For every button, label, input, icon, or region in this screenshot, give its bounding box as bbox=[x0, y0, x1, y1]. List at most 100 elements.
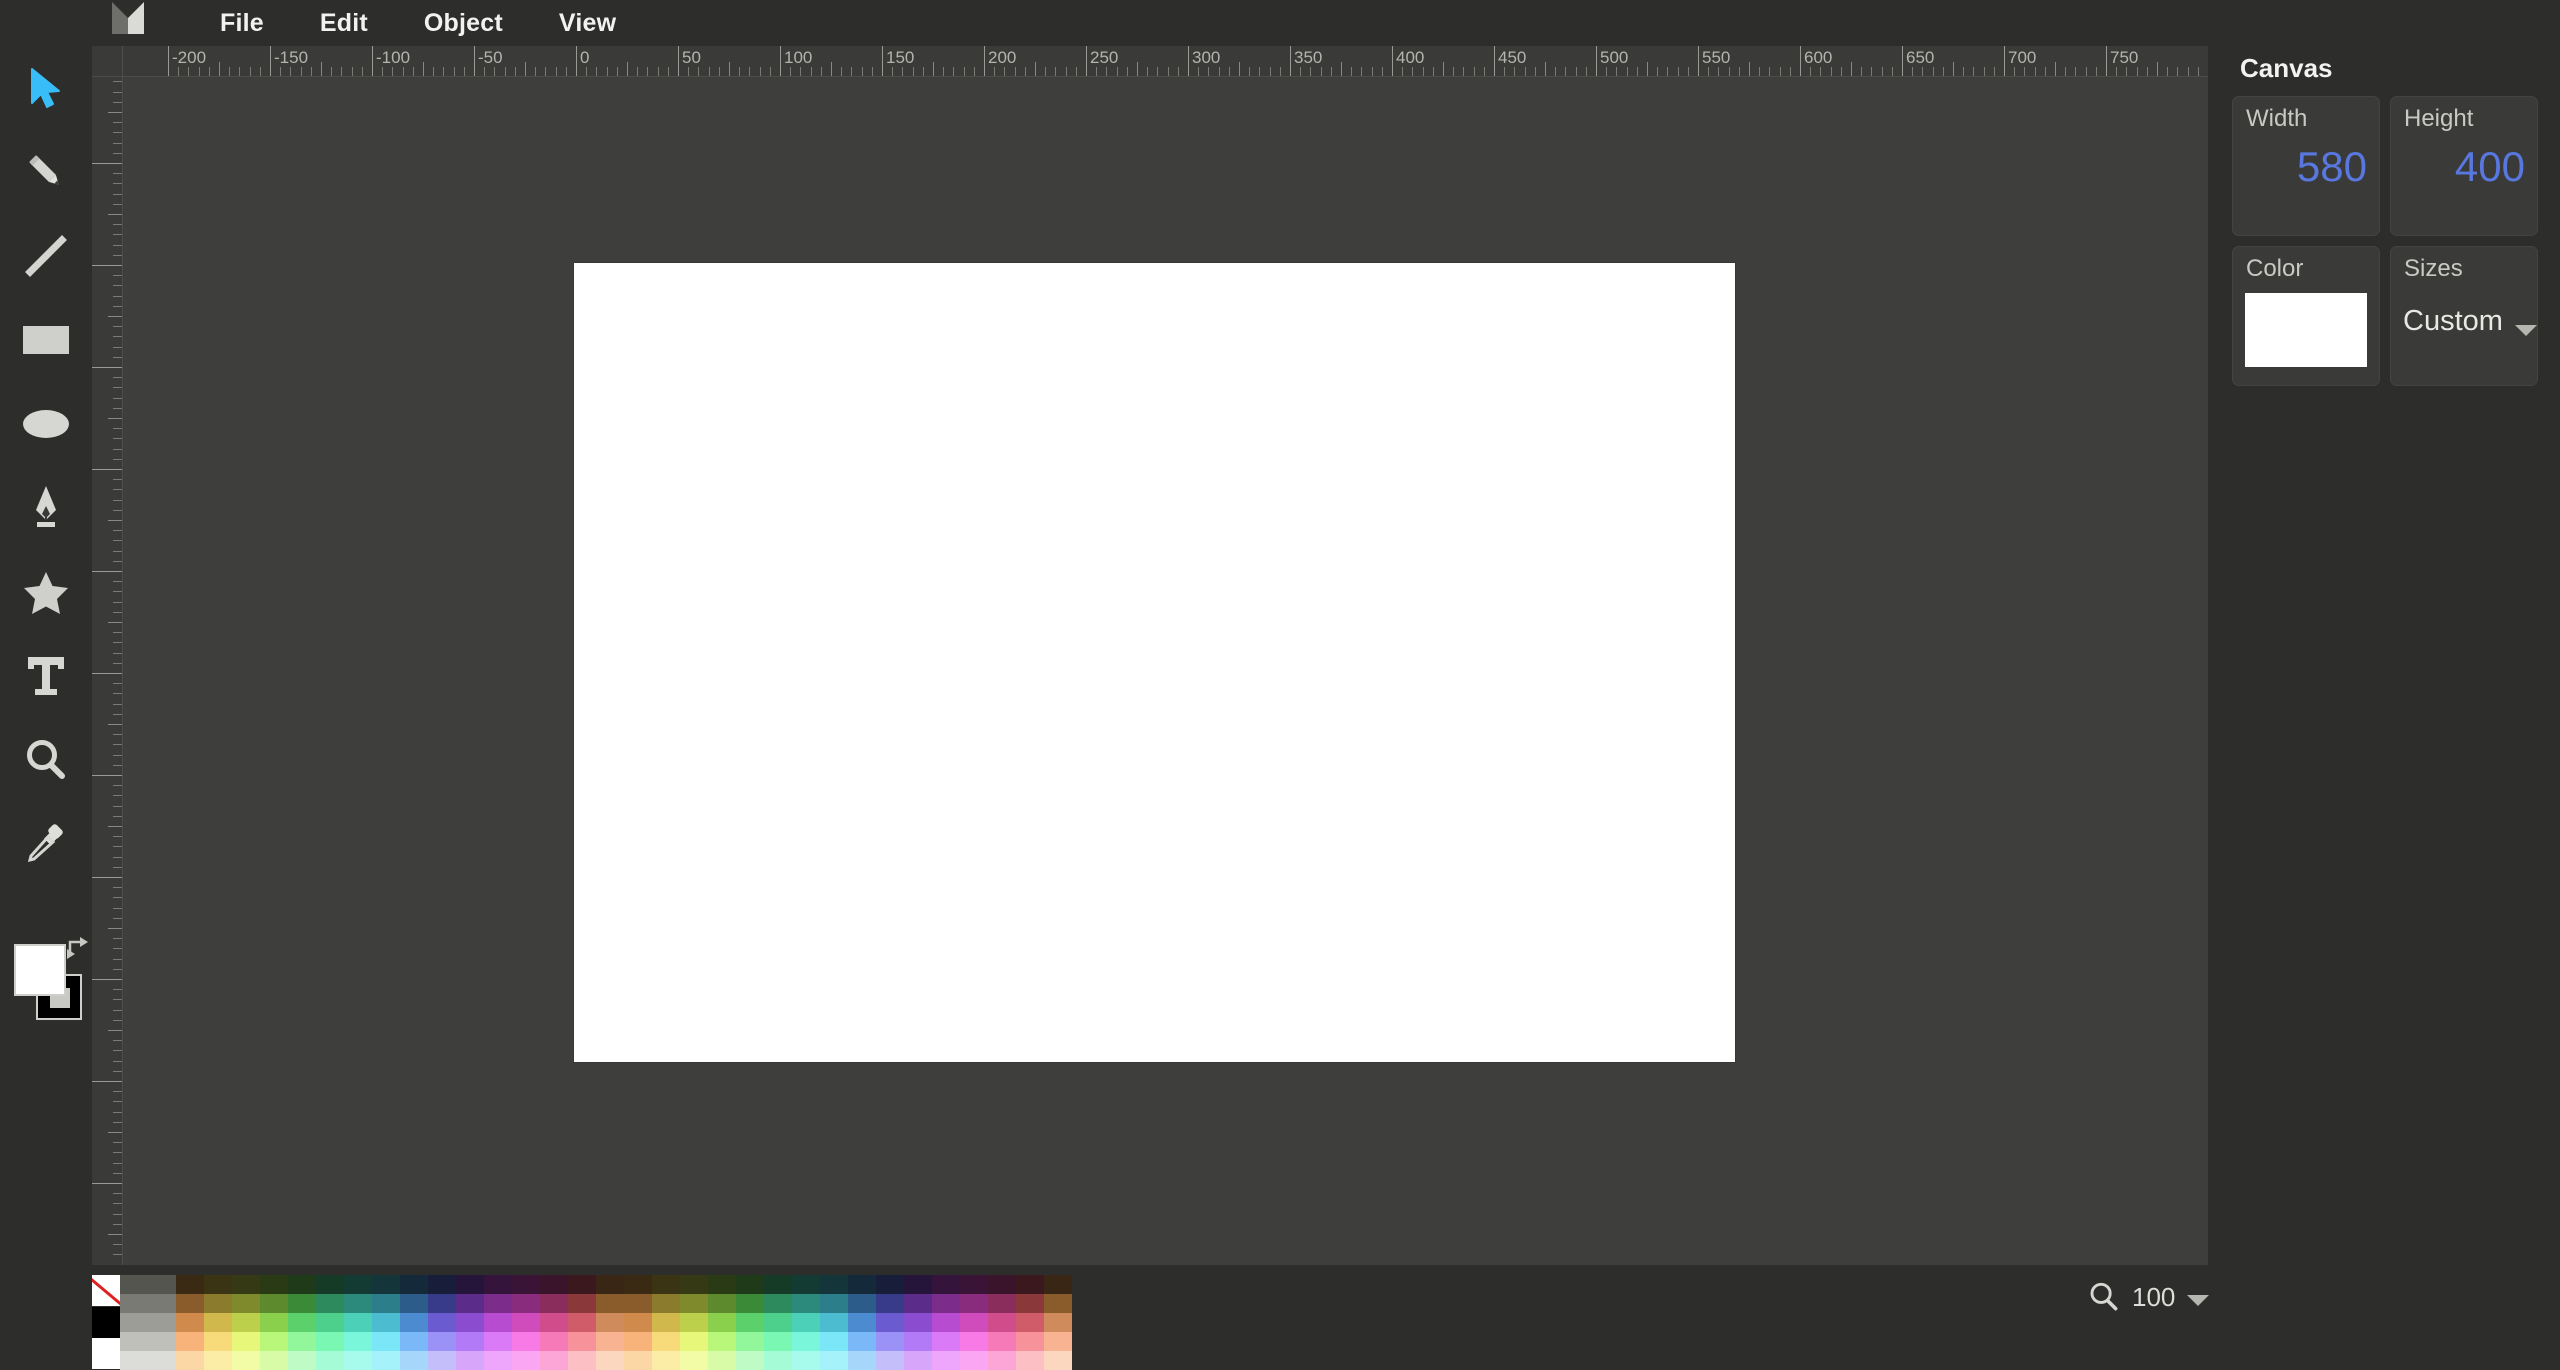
palette-swatch[interactable] bbox=[960, 1294, 988, 1313]
palette-swatch[interactable] bbox=[92, 1275, 120, 1306]
vertical-ruler[interactable]: -100-50050100150200250300350400450500550 bbox=[92, 76, 123, 1265]
palette-swatch[interactable] bbox=[820, 1351, 848, 1370]
palette-swatch[interactable] bbox=[960, 1351, 988, 1370]
palette-swatch[interactable] bbox=[736, 1332, 764, 1351]
palette-swatch[interactable] bbox=[764, 1351, 792, 1370]
height-value[interactable]: 400 bbox=[2391, 143, 2525, 191]
palette-swatch[interactable] bbox=[848, 1313, 876, 1332]
palette-swatch[interactable] bbox=[876, 1294, 904, 1313]
chevron-down-icon[interactable] bbox=[2187, 1295, 2209, 1306]
palette-swatch[interactable] bbox=[736, 1294, 764, 1313]
palette-swatch[interactable] bbox=[148, 1351, 176, 1370]
palette-swatch[interactable] bbox=[764, 1294, 792, 1313]
width-value[interactable]: 580 bbox=[2233, 143, 2367, 191]
palette-swatch[interactable] bbox=[232, 1332, 260, 1351]
palette-swatch[interactable] bbox=[932, 1294, 960, 1313]
width-field[interactable]: Width 580 bbox=[2232, 96, 2380, 236]
pen-tool[interactable] bbox=[0, 466, 92, 550]
palette-swatch[interactable] bbox=[792, 1275, 820, 1294]
palette-swatch[interactable] bbox=[680, 1351, 708, 1370]
palette-swatch[interactable] bbox=[764, 1332, 792, 1351]
palette-swatch[interactable] bbox=[120, 1275, 148, 1294]
palette-swatch[interactable] bbox=[232, 1313, 260, 1332]
color-field[interactable]: Color bbox=[2232, 246, 2380, 386]
palette-swatch[interactable] bbox=[792, 1294, 820, 1313]
palette-swatch[interactable] bbox=[260, 1294, 288, 1313]
palette-swatch[interactable] bbox=[652, 1313, 680, 1332]
fill-color-swatch[interactable] bbox=[14, 944, 66, 996]
palette-swatch[interactable] bbox=[1016, 1332, 1044, 1351]
chevron-down-icon[interactable] bbox=[2515, 325, 2537, 336]
palette-swatch[interactable] bbox=[176, 1275, 204, 1294]
palette-swatch[interactable] bbox=[316, 1351, 344, 1370]
palette-swatch[interactable] bbox=[932, 1351, 960, 1370]
palette-swatch[interactable] bbox=[484, 1332, 512, 1351]
palette-swatch[interactable] bbox=[288, 1294, 316, 1313]
palette-swatch[interactable] bbox=[316, 1313, 344, 1332]
palette-swatch[interactable] bbox=[512, 1313, 540, 1332]
palette-swatch[interactable] bbox=[736, 1275, 764, 1294]
palette-swatch[interactable] bbox=[652, 1332, 680, 1351]
pencil-tool[interactable] bbox=[0, 130, 92, 214]
palette-swatch[interactable] bbox=[1016, 1351, 1044, 1370]
palette-swatch[interactable] bbox=[148, 1294, 176, 1313]
palette-swatch[interactable] bbox=[904, 1313, 932, 1332]
palette-swatch[interactable] bbox=[708, 1294, 736, 1313]
palette-swatch[interactable] bbox=[848, 1275, 876, 1294]
palette-swatch[interactable] bbox=[764, 1313, 792, 1332]
palette-swatch[interactable] bbox=[232, 1294, 260, 1313]
palette-swatch[interactable] bbox=[596, 1313, 624, 1332]
palette-swatch[interactable] bbox=[820, 1332, 848, 1351]
palette-swatch[interactable] bbox=[204, 1332, 232, 1351]
palette-swatch[interactable] bbox=[288, 1313, 316, 1332]
palette-swatch[interactable] bbox=[680, 1332, 708, 1351]
horizontal-ruler[interactable]: -200-150-100-500501001502002503003504004… bbox=[122, 46, 2208, 77]
palette-swatch[interactable] bbox=[876, 1332, 904, 1351]
palette-swatch[interactable] bbox=[260, 1313, 288, 1332]
palette-swatch[interactable] bbox=[344, 1351, 372, 1370]
palette-swatch[interactable] bbox=[820, 1294, 848, 1313]
palette-swatch[interactable] bbox=[568, 1332, 596, 1351]
palette-swatch[interactable] bbox=[288, 1332, 316, 1351]
palette-swatch[interactable] bbox=[596, 1332, 624, 1351]
canvas-color-swatch[interactable] bbox=[2245, 293, 2367, 367]
palette-swatch[interactable] bbox=[960, 1275, 988, 1294]
palette-swatch[interactable] bbox=[428, 1313, 456, 1332]
palette-swatch[interactable] bbox=[708, 1313, 736, 1332]
palette-swatch[interactable] bbox=[568, 1313, 596, 1332]
palette-swatch[interactable] bbox=[680, 1275, 708, 1294]
palette-swatch[interactable] bbox=[792, 1313, 820, 1332]
palette-swatch[interactable] bbox=[904, 1332, 932, 1351]
palette-swatch[interactable] bbox=[372, 1275, 400, 1294]
palette-swatch[interactable] bbox=[400, 1294, 428, 1313]
palette-swatch[interactable] bbox=[232, 1275, 260, 1294]
palette-swatch[interactable] bbox=[372, 1313, 400, 1332]
palette-swatch[interactable] bbox=[260, 1351, 288, 1370]
palette-swatch[interactable] bbox=[736, 1313, 764, 1332]
palette-swatch[interactable] bbox=[428, 1332, 456, 1351]
palette-swatch[interactable] bbox=[484, 1294, 512, 1313]
palette-swatch[interactable] bbox=[484, 1313, 512, 1332]
palette-swatch[interactable] bbox=[456, 1275, 484, 1294]
palette-swatch[interactable] bbox=[568, 1294, 596, 1313]
zoom-tool[interactable] bbox=[0, 718, 92, 802]
palette-swatch[interactable] bbox=[988, 1294, 1016, 1313]
palette-swatch[interactable] bbox=[792, 1351, 820, 1370]
palette-swatch[interactable] bbox=[708, 1275, 736, 1294]
palette-swatch[interactable] bbox=[372, 1351, 400, 1370]
palette-swatch[interactable] bbox=[540, 1275, 568, 1294]
artboard[interactable] bbox=[574, 263, 1735, 1062]
swap-arrows-icon[interactable] bbox=[66, 934, 92, 960]
palette-swatch[interactable] bbox=[960, 1332, 988, 1351]
palette-swatch[interactable] bbox=[904, 1351, 932, 1370]
palette-swatch[interactable] bbox=[120, 1332, 148, 1351]
sizes-value[interactable]: Custom bbox=[2403, 305, 2503, 338]
text-tool[interactable] bbox=[0, 634, 92, 718]
palette-swatch[interactable] bbox=[624, 1294, 652, 1313]
menu-item-edit[interactable]: Edit bbox=[292, 0, 396, 46]
palette-swatch[interactable] bbox=[1016, 1275, 1044, 1294]
palette-swatch[interactable] bbox=[428, 1275, 456, 1294]
palette-swatch[interactable] bbox=[596, 1294, 624, 1313]
palette-swatch[interactable] bbox=[988, 1351, 1016, 1370]
palette-swatch[interactable] bbox=[624, 1313, 652, 1332]
